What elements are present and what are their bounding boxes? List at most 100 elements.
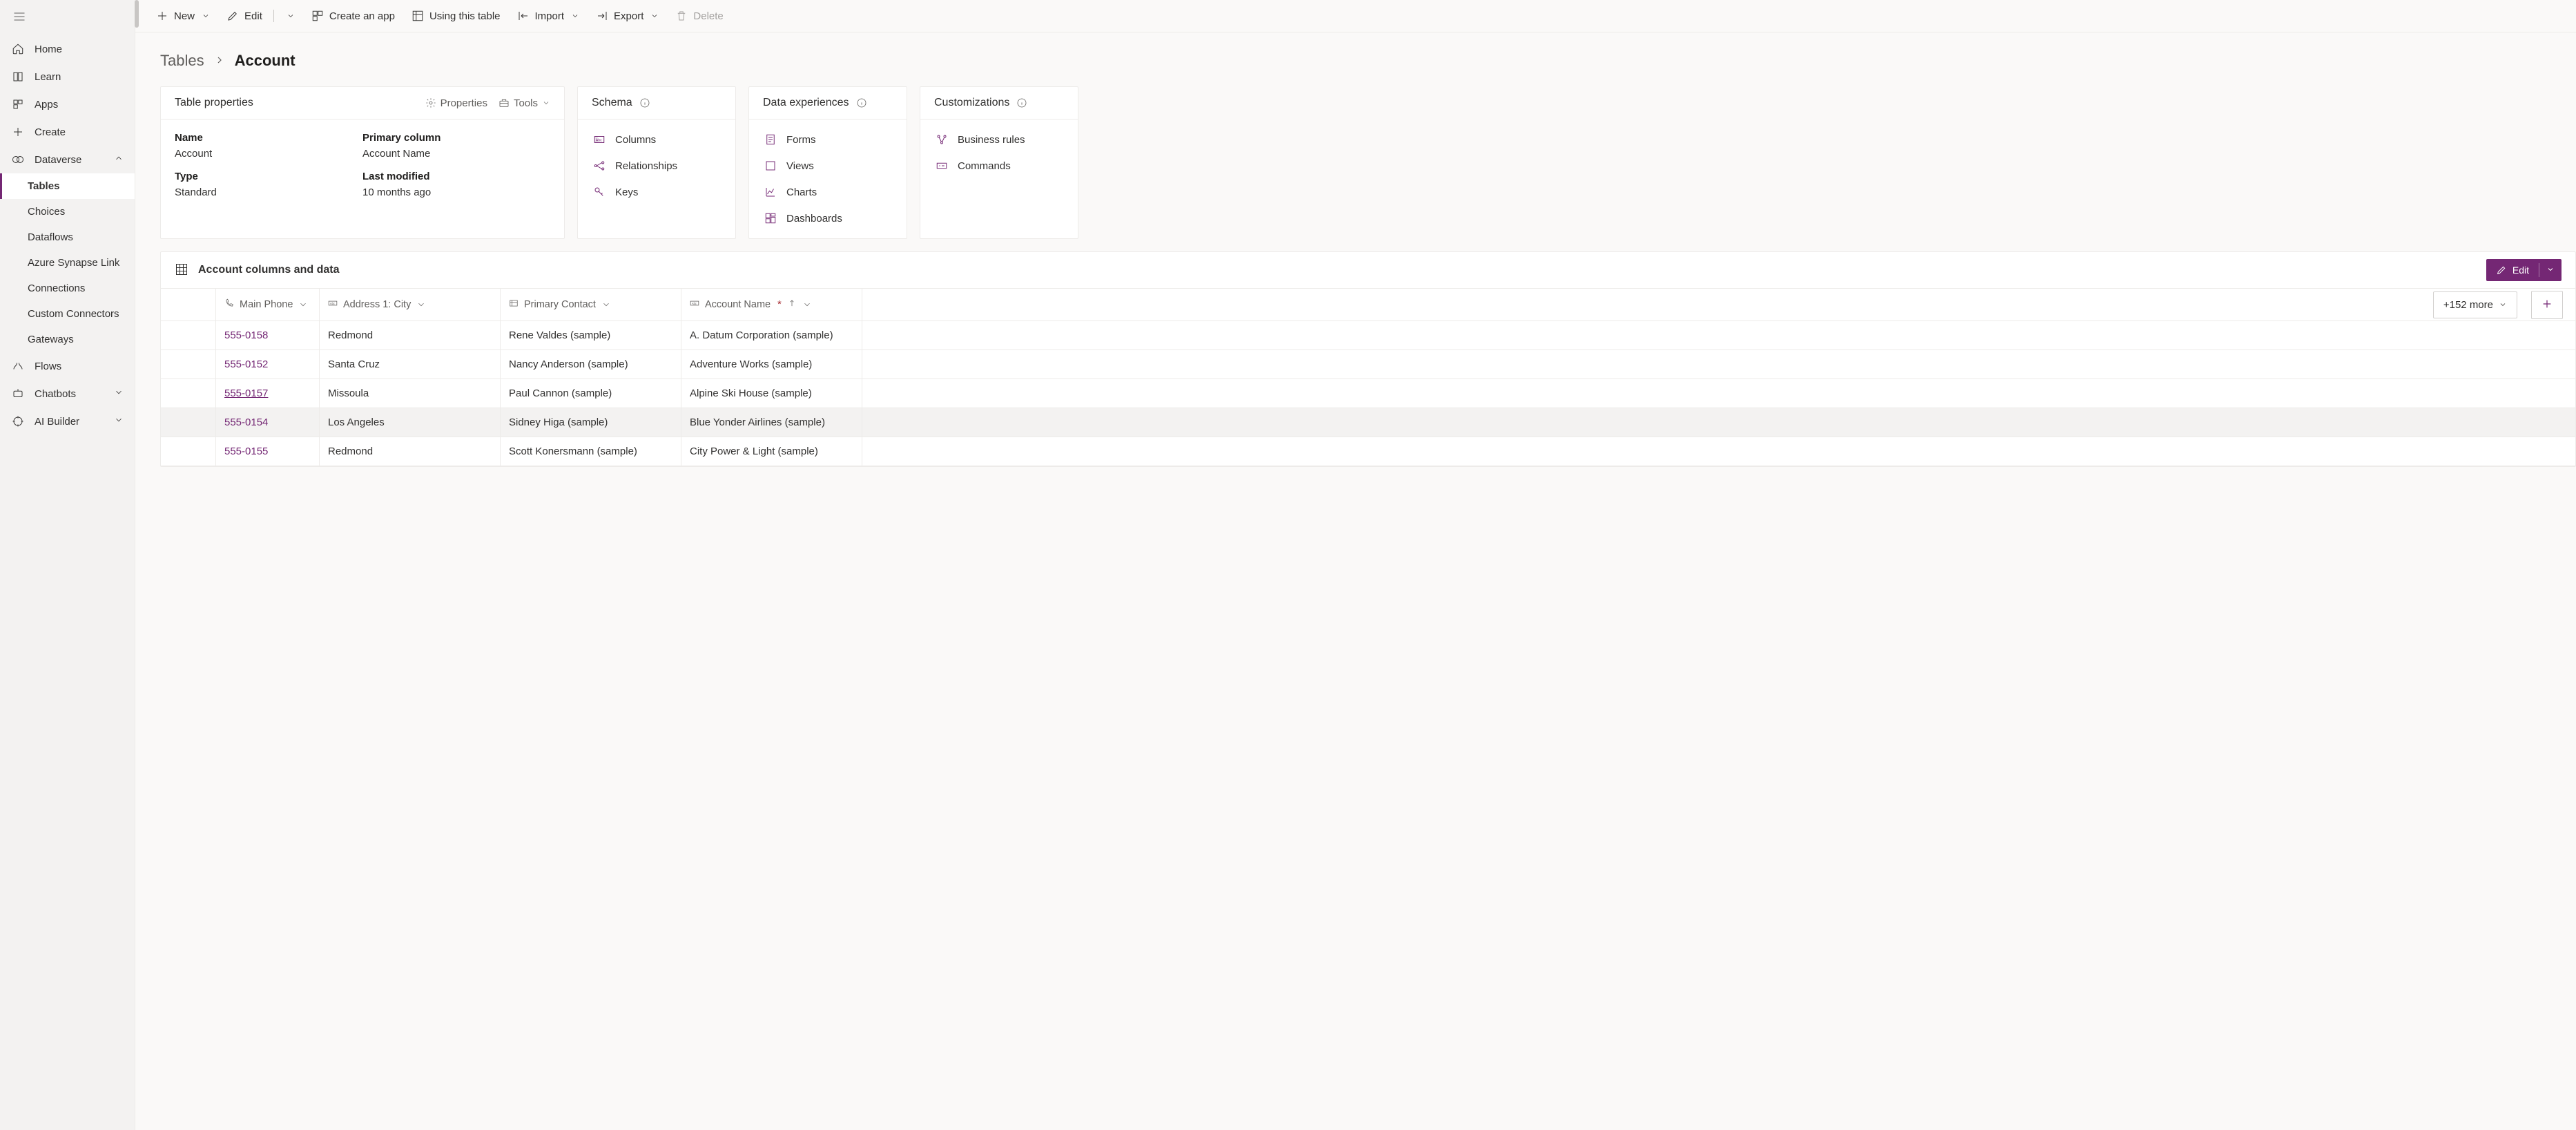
more-columns-button[interactable]: +152 more: [2433, 291, 2517, 318]
command-bar: New Edit Create an app Using this table: [135, 0, 2576, 32]
cmd-label: Using this table: [429, 10, 501, 22]
cell-phone[interactable]: 555-0158: [216, 321, 320, 349]
link-label: Views: [786, 160, 814, 172]
card-title: Data experiences: [763, 97, 849, 109]
svg-text:Abc: Abc: [692, 302, 697, 305]
cell-account-name[interactable]: Alpine Ski House (sample): [681, 379, 862, 408]
cust-commands[interactable]: Commands: [920, 153, 1078, 179]
exp-charts[interactable]: Charts: [749, 179, 907, 205]
cmd-edit[interactable]: Edit: [220, 4, 269, 28]
nav-label: Custom Connectors: [28, 308, 119, 320]
cmd-edit-dropdown[interactable]: [278, 6, 302, 26]
colhdr-main-phone[interactable]: Main Phone: [216, 289, 320, 320]
cell-contact[interactable]: Nancy Anderson (sample): [501, 350, 681, 379]
data-grid-section: Account columns and data Edit: [160, 251, 2576, 467]
schema-keys[interactable]: Keys: [578, 179, 735, 205]
cell-city[interactable]: Redmond: [320, 321, 501, 349]
nav-apps[interactable]: Apps: [0, 90, 135, 118]
row-gutter[interactable]: [161, 321, 216, 349]
cell-phone[interactable]: 555-0154: [216, 408, 320, 437]
cell-account-name[interactable]: City Power & Light (sample): [681, 437, 862, 466]
cell-account-name[interactable]: A. Datum Corporation (sample): [681, 321, 862, 349]
nav-gateways[interactable]: Gateways: [0, 327, 135, 352]
cell-phone[interactable]: 555-0155: [216, 437, 320, 466]
row-gutter[interactable]: [161, 350, 216, 379]
nav-synapse-link[interactable]: Azure Synapse Link: [0, 250, 135, 276]
nav-learn[interactable]: Learn: [0, 63, 135, 90]
info-icon[interactable]: [1016, 97, 1027, 108]
cell-contact[interactable]: Scott Konersmann (sample): [501, 437, 681, 466]
info-icon[interactable]: [639, 97, 650, 108]
chevron-right-icon: [214, 52, 225, 70]
nav-home[interactable]: Home: [0, 35, 135, 63]
schema-columns[interactable]: Abc Columns: [578, 126, 735, 153]
exp-views[interactable]: Views: [749, 153, 907, 179]
cell-contact[interactable]: Rene Valdes (sample): [501, 321, 681, 349]
cell-account-name[interactable]: Adventure Works (sample): [681, 350, 862, 379]
cell-contact[interactable]: Paul Cannon (sample): [501, 379, 681, 408]
colhdr-primary-contact[interactable]: Primary Contact: [501, 289, 681, 320]
row-gutter[interactable]: [161, 437, 216, 466]
row-gutter[interactable]: [161, 408, 216, 437]
scrollbar-thumb[interactable]: [135, 0, 139, 28]
cmd-import[interactable]: Import: [510, 4, 587, 28]
cell-phone[interactable]: 555-0157: [216, 379, 320, 408]
cell-account-name[interactable]: Blue Yonder Airlines (sample): [681, 408, 862, 437]
nav-flows[interactable]: Flows: [0, 352, 135, 380]
data-rows: 555-0158RedmondRene Valdes (sample)A. Da…: [161, 321, 2575, 466]
schema-relationships[interactable]: Relationships: [578, 153, 735, 179]
nav-chatbots[interactable]: Chatbots: [0, 380, 135, 408]
properties-action[interactable]: Properties: [425, 97, 487, 109]
info-icon[interactable]: [856, 97, 867, 108]
cell-city[interactable]: Missoula: [320, 379, 501, 408]
keys-icon: [593, 186, 606, 198]
cmd-using-table[interactable]: Using this table: [405, 4, 507, 28]
cell-city[interactable]: Redmond: [320, 437, 501, 466]
table-row[interactable]: 555-0155RedmondScott Konersmann (sample)…: [161, 437, 2575, 466]
ai-builder-icon: [11, 414, 25, 428]
chevron-down-icon: [416, 300, 426, 309]
add-column-button[interactable]: [2531, 291, 2563, 319]
action-label: Tools: [514, 97, 538, 109]
cell-contact[interactable]: Sidney Higa (sample): [501, 408, 681, 437]
table-properties-card: Table properties Properties Tools: [160, 86, 565, 239]
nav-custom-connectors[interactable]: Custom Connectors: [0, 301, 135, 327]
hamburger-button[interactable]: [0, 0, 135, 35]
cust-business-rules[interactable]: Business rules: [920, 126, 1078, 153]
table-row[interactable]: 555-0157MissoulaPaul Cannon (sample)Alpi…: [161, 379, 2575, 408]
nav-choices[interactable]: Choices: [0, 199, 135, 224]
cmd-label: Create an app: [329, 10, 395, 22]
cmd-create-app[interactable]: Create an app: [304, 4, 402, 28]
dashboards-icon: [764, 212, 777, 224]
nav-ai-builder[interactable]: AI Builder: [0, 408, 135, 435]
edit-dropdown[interactable]: [2539, 259, 2562, 281]
cmd-new[interactable]: New: [149, 4, 217, 28]
table-row[interactable]: 555-0152Santa CruzNancy Anderson (sample…: [161, 350, 2575, 379]
cell-phone[interactable]: 555-0152: [216, 350, 320, 379]
breadcrumb-parent[interactable]: Tables: [160, 52, 204, 70]
cell-city[interactable]: Santa Cruz: [320, 350, 501, 379]
link-label: Dashboards: [786, 213, 842, 224]
colhdr-account-name[interactable]: Abc Account Name *: [681, 289, 862, 320]
exp-forms[interactable]: Forms: [749, 126, 907, 153]
table-row[interactable]: 555-0158RedmondRene Valdes (sample)A. Da…: [161, 321, 2575, 350]
nav-connections[interactable]: Connections: [0, 276, 135, 301]
nav-dataflows[interactable]: Dataflows: [0, 224, 135, 250]
nav-tables[interactable]: Tables: [0, 173, 135, 199]
edit-label: Edit: [2512, 265, 2529, 276]
edit-button[interactable]: Edit: [2486, 259, 2539, 281]
colhdr-city[interactable]: Abc Address 1: City: [320, 289, 501, 320]
chevron-down-icon: [114, 415, 124, 428]
nav-label: Home: [35, 44, 62, 55]
nav-create[interactable]: Create: [0, 118, 135, 146]
home-icon: [11, 42, 25, 56]
cell-city[interactable]: Los Angeles: [320, 408, 501, 437]
nav-dataverse[interactable]: Dataverse: [0, 146, 135, 173]
exp-dashboards[interactable]: Dashboards: [749, 205, 907, 231]
row-gutter[interactable]: [161, 379, 216, 408]
table-row[interactable]: 555-0154Los AngelesSidney Higa (sample)B…: [161, 408, 2575, 437]
chevron-down-icon: [2546, 265, 2555, 274]
chevron-down-icon: [542, 99, 550, 107]
tools-action[interactable]: Tools: [498, 97, 550, 109]
cmd-export[interactable]: Export: [589, 4, 666, 28]
